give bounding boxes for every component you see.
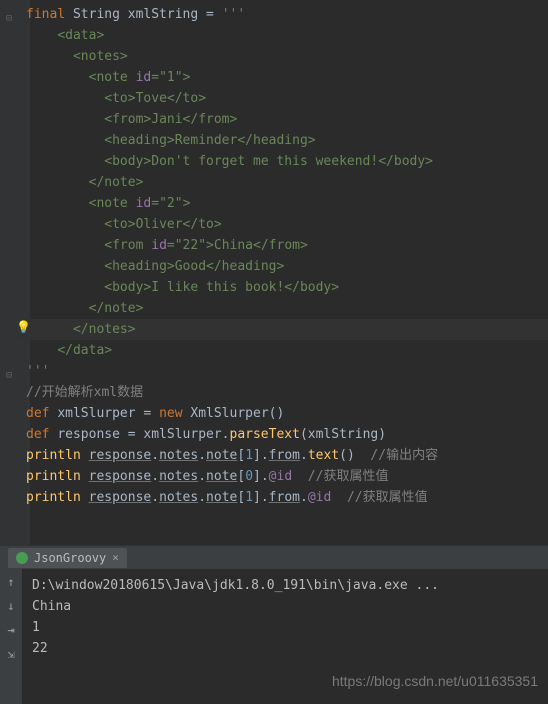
code-line[interactable]: println response.notes.note[1].from.@id … xyxy=(18,487,548,508)
run-tab-label: JsonGroovy xyxy=(34,551,106,565)
code-line[interactable]: </data> xyxy=(18,340,548,361)
code-line[interactable]: def xmlSlurper = new XmlSlurper() xyxy=(18,403,548,424)
code-line[interactable]: println response.notes.note[1].from.text… xyxy=(18,445,548,466)
console-line: 22 xyxy=(32,638,538,659)
run-ok-icon xyxy=(16,552,28,564)
code-line[interactable]: def response = xmlSlurper.parseText(xmlS… xyxy=(18,424,548,445)
watermark-text: https://blog.csdn.net/u011635351 xyxy=(332,671,538,692)
down-stack-icon[interactable]: ↓ xyxy=(4,599,18,613)
run-tab-jsongroovy[interactable]: JsonGroovy × xyxy=(8,548,127,568)
code-line[interactable]: ⊟final String xmlString = ''' xyxy=(18,4,548,25)
code-line[interactable]: <heading>Good</heading> xyxy=(18,256,548,277)
console-line: China xyxy=(32,596,538,617)
soft-wrap-icon[interactable]: ⇥ xyxy=(4,623,18,637)
close-icon[interactable]: × xyxy=(112,551,119,564)
code-line[interactable]: <heading>Reminder</heading> xyxy=(18,130,548,151)
intention-bulb-icon[interactable]: 💡 xyxy=(16,320,31,334)
code-line[interactable]: <notes> xyxy=(18,46,548,67)
up-stack-icon[interactable]: ↑ xyxy=(4,575,18,589)
code-line[interactable]: println response.notes.note[0].@id //获取属… xyxy=(18,466,548,487)
console-panel: ↑ ↓ ⇥ ⇲ D:\window20180615\Java\jdk1.8.0_… xyxy=(0,569,548,704)
code-area[interactable]: ⊟final String xmlString = ''' <data> <no… xyxy=(18,4,548,508)
console-line: 1 xyxy=(32,617,538,638)
code-line[interactable]: </note> xyxy=(18,298,548,319)
code-line[interactable]: <to>Tove</to> xyxy=(18,88,548,109)
code-editor[interactable]: 💡 ⊟final String xmlString = ''' <data> <… xyxy=(0,0,548,545)
console-toolbar: ↑ ↓ ⇥ ⇲ xyxy=(0,569,22,704)
code-line[interactable]: <to>Oliver</to> xyxy=(18,214,548,235)
run-tab-bar: JsonGroovy × xyxy=(0,545,548,569)
code-line[interactable]: </note> xyxy=(18,172,548,193)
console-line: D:\window20180615\Java\jdk1.8.0_191\bin\… xyxy=(32,575,538,596)
code-line[interactable]: <note id="2"> xyxy=(18,193,548,214)
code-line[interactable]: <body>I like this book!</body> xyxy=(18,277,548,298)
code-line[interactable]: <body>Don't forget me this weekend!</bod… xyxy=(18,151,548,172)
fold-icon[interactable]: ⊟ xyxy=(6,365,12,386)
code-line[interactable]: ⊟''' xyxy=(18,361,548,382)
code-line[interactable]: <from>Jani</from> xyxy=(18,109,548,130)
code-line[interactable]: <from id="22">China</from> xyxy=(18,235,548,256)
scroll-end-icon[interactable]: ⇲ xyxy=(4,647,18,661)
code-line[interactable]: <note id="1"> xyxy=(18,67,548,88)
code-line[interactable]: </notes> xyxy=(18,319,548,340)
console-output[interactable]: D:\window20180615\Java\jdk1.8.0_191\bin\… xyxy=(22,569,548,704)
code-line[interactable]: //开始解析xml数据 xyxy=(18,382,548,403)
fold-icon[interactable]: ⊟ xyxy=(6,8,12,29)
code-line[interactable]: <data> xyxy=(18,25,548,46)
